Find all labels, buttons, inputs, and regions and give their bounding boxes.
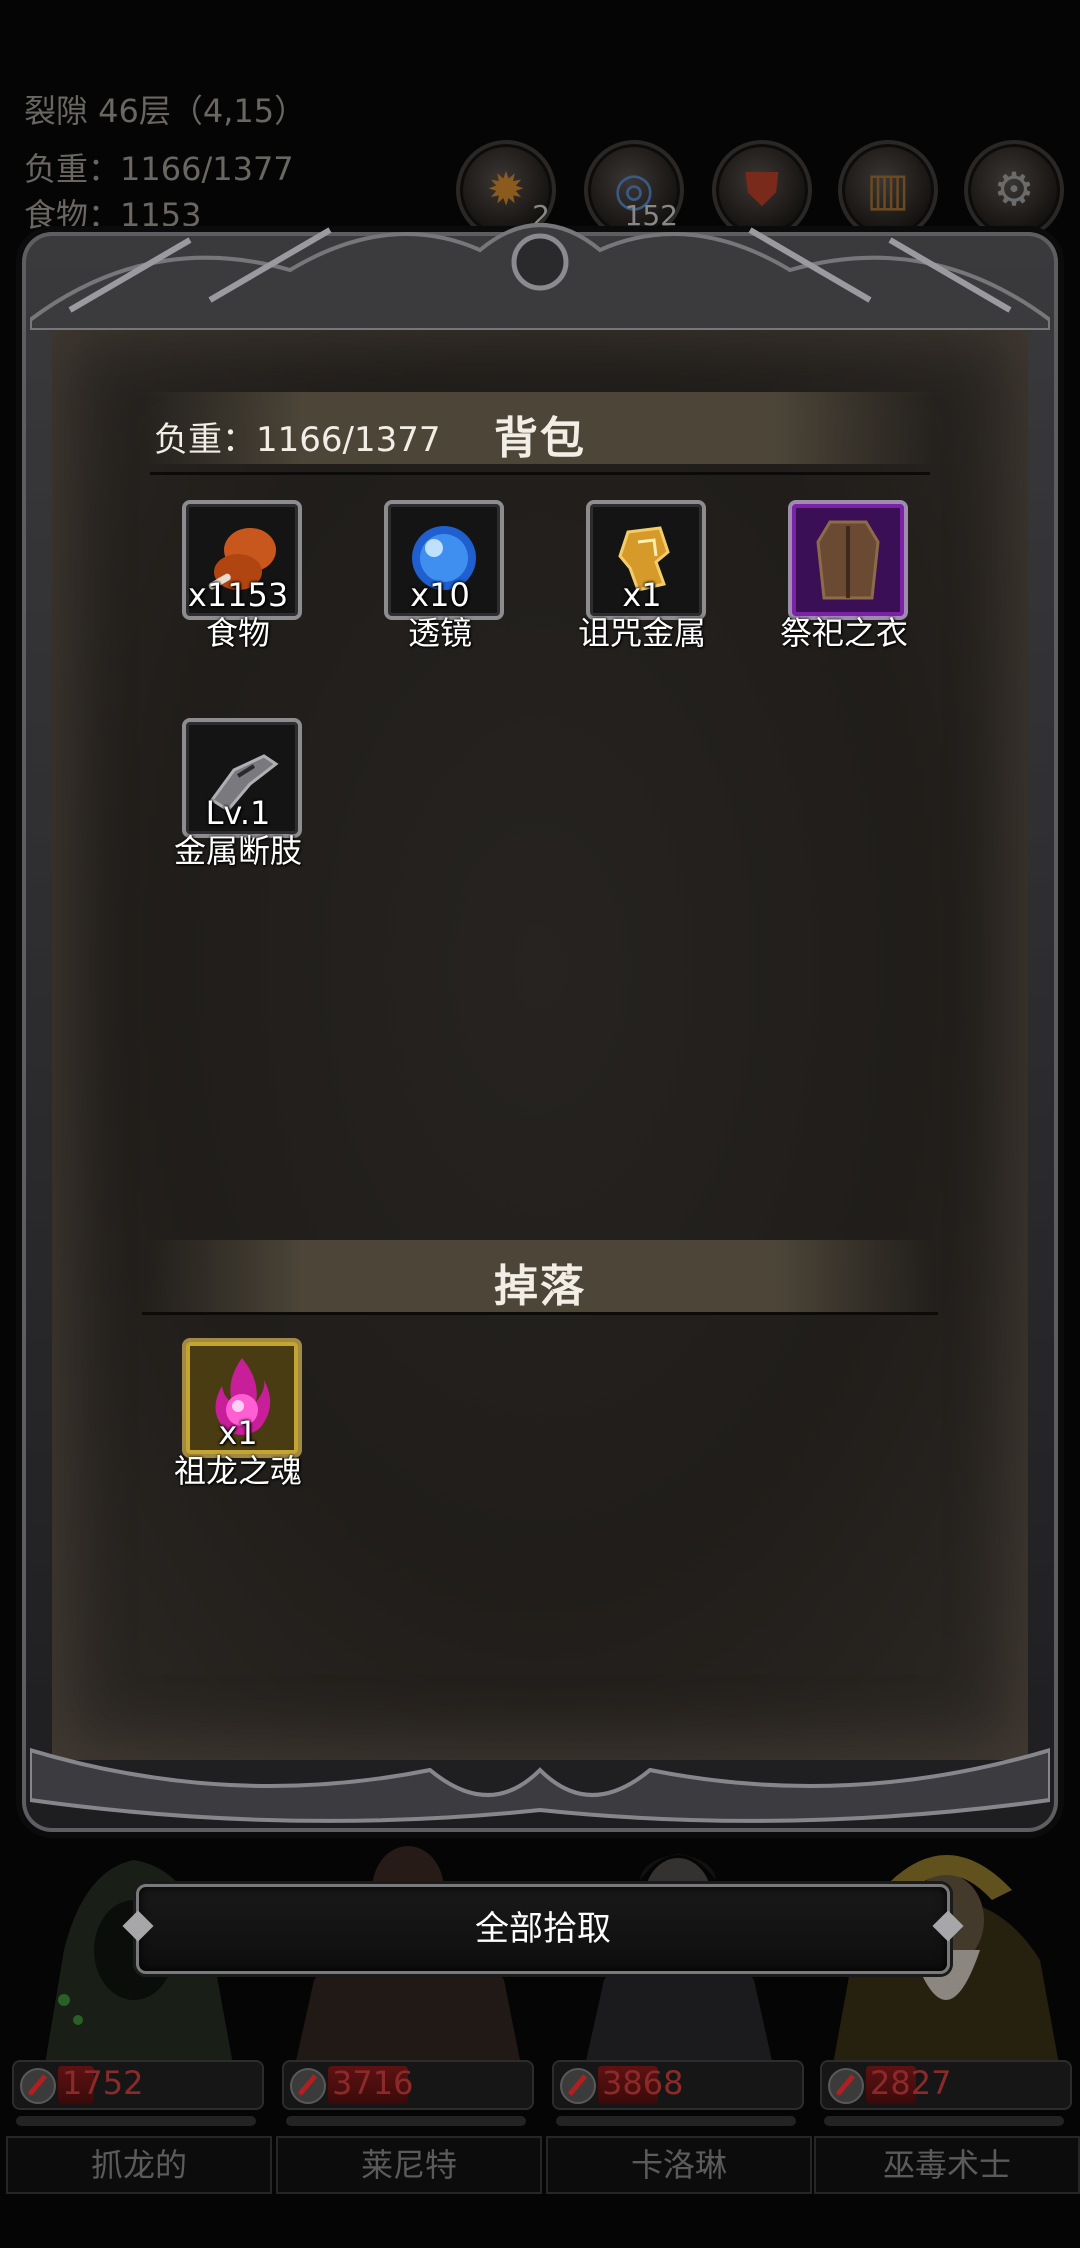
hero-hp-value: 2827 xyxy=(870,2064,952,2102)
hero-name: 抓龙的 xyxy=(6,2136,272,2194)
hero-hp-bar: 3716 xyxy=(282,2060,534,2110)
robe-icon xyxy=(816,520,880,600)
bag-load-weight: 负重：1166/1377 xyxy=(154,420,441,460)
hero-mp-bar xyxy=(824,2116,1064,2126)
sword-icon xyxy=(20,2068,56,2104)
bag-item-ritual-robe[interactable]: 祭祀之衣 xyxy=(744,500,944,660)
barrel-icon: ▥ xyxy=(866,162,910,216)
hero-hp-value: 3868 xyxy=(602,2064,684,2102)
pick-up-all-label: 全部拾取 xyxy=(475,1909,611,1949)
sword-icon xyxy=(290,2068,326,2104)
hero-hp-bar: 2827 xyxy=(820,2060,1072,2110)
hero-mp-bar xyxy=(16,2116,256,2126)
hero-name: 巫毒术士 xyxy=(814,2136,1080,2194)
drops-divider xyxy=(142,1312,938,1315)
hero-name: 莱尼特 xyxy=(276,2136,542,2194)
sword-icon xyxy=(560,2068,596,2104)
bag-item-metal-limb[interactable]: Lv.1 金属断肢 xyxy=(138,718,338,878)
drops-title: 掉落 xyxy=(494,1261,586,1312)
dragon-crest-ornament xyxy=(30,223,1050,330)
item-name: 祖龙之魂 xyxy=(173,1452,302,1490)
bottom-ornament xyxy=(30,1747,1050,1823)
floor-location: 裂隙 46层（4,15） xyxy=(24,92,307,130)
drop-item-ancestral-dragon-soul[interactable]: x1 祖龙之魂 xyxy=(138,1338,338,1498)
hero-mp-bar xyxy=(286,2116,526,2126)
item-name: 金属断肢 xyxy=(173,832,302,870)
bag-divider xyxy=(150,472,930,475)
gear-icon: ⚙ xyxy=(993,162,1035,216)
hero-hp-value: 3716 xyxy=(332,2064,414,2102)
hero-mp-bar xyxy=(556,2116,796,2126)
item-slot-epic xyxy=(788,500,908,620)
pick-up-all-button[interactable]: 全部拾取 xyxy=(122,1884,964,1974)
hero-hp-value: 1752 xyxy=(62,2064,144,2102)
hero-hp-bar: 3868 xyxy=(552,2060,804,2110)
item-name: 祭祀之衣 xyxy=(779,614,908,652)
drops-header-bar: 掉落 xyxy=(145,1240,935,1312)
bag-item-food[interactable]: x1153 食物 xyxy=(138,500,338,660)
bag-item-lens[interactable]: x10 透镜 xyxy=(340,500,540,660)
hero-hp-bar: 1752 xyxy=(12,2060,264,2110)
hud-load-weight: 负重：1166/1377 xyxy=(24,150,294,188)
bag-item-cursed-metal[interactable]: x1 诅咒金属 xyxy=(542,500,742,660)
sword-icon xyxy=(828,2068,864,2104)
hero-name: 卡洛琳 xyxy=(546,2136,812,2194)
